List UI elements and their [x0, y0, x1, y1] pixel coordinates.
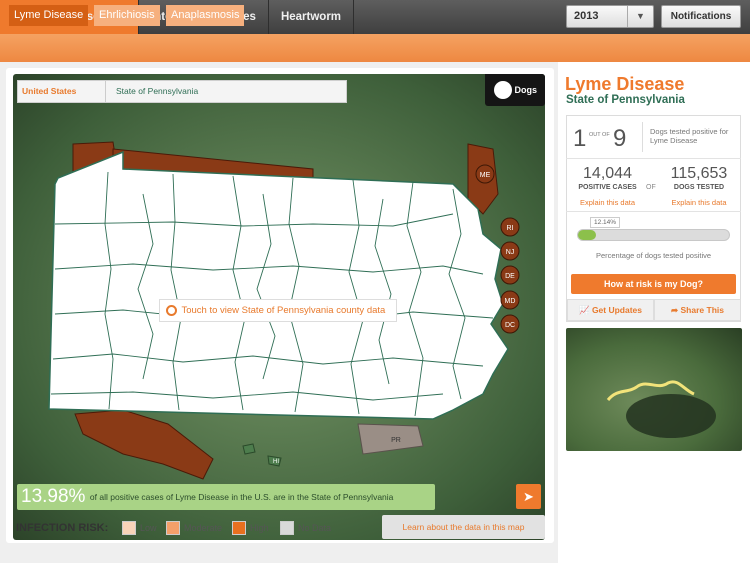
chevron-down-icon: ▼ [627, 6, 653, 27]
species-pie-icon [494, 81, 512, 99]
positive-cases-value: 14,044 [583, 165, 632, 182]
progress-fill [578, 230, 597, 240]
legend-swatch-moderate [166, 521, 180, 535]
species-toggle[interactable]: Dogs [485, 74, 545, 106]
breadcrumb-country[interactable]: United States [22, 81, 76, 102]
explain-positive-link[interactable]: Explain this data [570, 198, 645, 207]
share-label: Share This [680, 305, 724, 315]
legend-swatch-no-data [280, 521, 294, 535]
state-label-pr: PR [391, 437, 401, 444]
percent-value: 13.98% [21, 486, 86, 507]
ratio-description: Dogs tested positive for Lyme Disease [650, 127, 729, 145]
subtab-ehrlichiosis[interactable]: Ehrlichiosis [94, 5, 160, 26]
state-badge-md[interactable]: MD [500, 290, 520, 310]
svg-text:NJ: NJ [506, 249, 515, 256]
state-badge-ri[interactable]: RI [500, 217, 520, 237]
legend-label-no-data: No Data [298, 523, 332, 533]
breadcrumb-state: State of Pennsylvania [116, 86, 199, 96]
legend-swatch-high [232, 521, 246, 535]
legend-label-moderate: Moderate [184, 523, 223, 533]
year-select[interactable]: 2013 ▼ [566, 5, 654, 28]
location-arrow-icon: ➤ [523, 489, 534, 504]
chart-icon: 📈 [578, 305, 590, 315]
year-value: 2013 [574, 10, 599, 22]
ratio-divider [642, 122, 643, 152]
get-updates-label: Get Updates [591, 305, 643, 315]
breadcrumb: United States State of Pennsylvania [17, 80, 347, 103]
ratio-denominator: 9 [613, 125, 627, 152]
subtab-lyme-disease[interactable]: Lyme Disease [9, 5, 89, 26]
percent-text: of all positive cases of Lyme Disease in… [89, 492, 394, 502]
progress-caption: Percentage of dogs tested positive [595, 251, 712, 260]
get-updates-button[interactable]: 📈 Get Updates [567, 299, 654, 321]
state-badge-nj[interactable]: NJ [500, 241, 520, 261]
state-badge-me[interactable]: ME [475, 164, 495, 184]
percent-banner: 13.98% of all positive cases of Lyme Dis… [17, 484, 435, 510]
legend-swatch-low [122, 521, 136, 535]
tick-image [606, 380, 716, 438]
state-badge-de[interactable]: DE [500, 265, 520, 285]
county-data-hint[interactable]: Touch to view State of Pennsylvania coun… [159, 299, 397, 322]
ratio-out-of: OUT OF [589, 132, 610, 138]
share-icon: ➦ [671, 305, 679, 315]
breadcrumb-separator [96, 81, 106, 102]
svg-text:ME: ME [480, 172, 491, 179]
legend-title: INFECTION RISK: [16, 522, 109, 534]
tick-video-thumbnail[interactable] [566, 328, 742, 451]
pennsylvania-state-outline[interactable] [48, 150, 509, 420]
positive-cases-label: POSITIVE CASES [578, 184, 637, 191]
disease-subnav [0, 34, 750, 62]
dogs-tested-label: DOGS TESTED [673, 184, 725, 191]
learn-about-data-button[interactable]: Learn about the data in this map [382, 515, 545, 539]
legend-label-low: Low [140, 523, 157, 533]
county-hint-text: Touch to view State of Pennsylvania coun… [181, 305, 386, 316]
positive-progress-bar [577, 229, 730, 241]
locate-button[interactable]: ➤ [516, 484, 541, 509]
neighbor-state-south [74, 409, 214, 480]
share-button[interactable]: ➦ Share This [654, 299, 741, 321]
svg-text:DE: DE [505, 273, 515, 280]
location-subtitle: State of Pennsylvania [566, 94, 685, 106]
species-label: Dogs [514, 85, 538, 95]
dogs-tested-value: 115,653 [670, 165, 728, 182]
magnifier-icon [166, 304, 177, 316]
risk-button[interactable]: How at risk is my Dog? [571, 274, 736, 294]
of-label: OF [646, 184, 656, 191]
explain-tested-link[interactable]: Explain this data [660, 198, 738, 207]
svg-text:MD: MD [505, 298, 516, 305]
state-badge-dc[interactable]: DC [500, 314, 520, 334]
legend-label-high: High [250, 523, 269, 533]
notifications-button[interactable]: Notifications [661, 5, 741, 28]
svg-text:DC: DC [505, 322, 515, 329]
progress-percent-tag: 12.14% [590, 217, 621, 228]
tab-heartworm[interactable]: Heartworm [268, 0, 354, 34]
disease-title: Lyme Disease [565, 74, 685, 94]
subtab-anaplasmosis[interactable]: Anaplasmosis [166, 5, 245, 26]
svg-text:RI: RI [507, 225, 514, 232]
stats-divider-2 [566, 211, 741, 212]
stats-divider [566, 158, 741, 159]
ratio-numerator: 1 [573, 125, 587, 152]
state-label-hi: HI [273, 459, 279, 465]
